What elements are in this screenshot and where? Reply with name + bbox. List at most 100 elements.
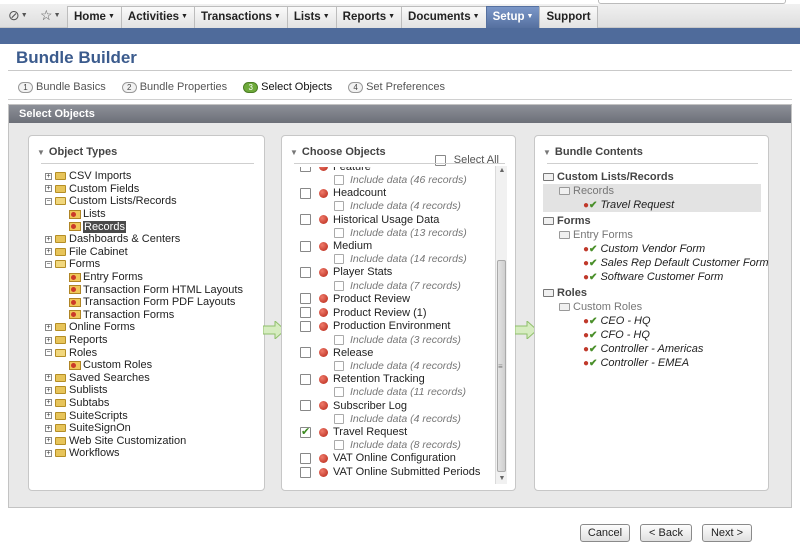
tree-item-reports[interactable]: + Reports bbox=[45, 334, 263, 347]
step-set-preferences[interactable]: 4 Set Preferences bbox=[348, 80, 445, 94]
object-checkbox[interactable] bbox=[300, 347, 311, 359]
menu-support[interactable]: Support bbox=[539, 6, 598, 28]
bundle-item-custom-vendor-form[interactable]: ●✔ Custom Vendor Form bbox=[543, 242, 761, 256]
include-data-checkbox[interactable] bbox=[334, 254, 344, 265]
bundle-subgroup-row[interactable]: Custom Roles bbox=[543, 300, 761, 314]
expand-icon[interactable]: + bbox=[45, 172, 52, 180]
collapse-icon[interactable]: − bbox=[45, 197, 52, 205]
expand-icon[interactable]: + bbox=[45, 437, 52, 445]
tree-item-forms[interactable]: − Forms bbox=[45, 258, 263, 271]
next-button[interactable]: Next > bbox=[702, 524, 752, 542]
menu-home[interactable]: Home ▼ bbox=[67, 6, 121, 28]
include-data-checkbox[interactable] bbox=[334, 361, 344, 372]
shortcuts-button[interactable]: ☆▼ bbox=[40, 6, 61, 24]
collapse-icon[interactable]: − bbox=[45, 260, 52, 268]
menu-reports[interactable]: Reports ▼ bbox=[335, 6, 402, 28]
expand-icon[interactable]: + bbox=[45, 185, 52, 193]
include-data-checkbox[interactable] bbox=[334, 413, 344, 424]
expand-icon[interactable]: + bbox=[45, 399, 52, 407]
include-data-checkbox[interactable] bbox=[334, 227, 344, 238]
bundle-item-ceo-hq[interactable]: ●✔ CEO - HQ bbox=[543, 314, 761, 328]
include-data-checkbox[interactable] bbox=[334, 175, 344, 186]
object-checkbox[interactable] bbox=[300, 307, 311, 319]
scroll-down-icon[interactable]: ▼ bbox=[496, 474, 508, 484]
global-search-input[interactable] bbox=[598, 0, 786, 4]
bundle-item-software-customer-form[interactable]: ●✔ Software Customer Form bbox=[543, 270, 761, 284]
bundle-subgroup-row[interactable]: Entry Forms bbox=[543, 228, 761, 242]
tree-item-csv-imports[interactable]: + CSV Imports bbox=[45, 170, 263, 183]
menu-transactions[interactable]: Transactions ▼ bbox=[193, 6, 287, 28]
object-checkbox[interactable] bbox=[300, 466, 311, 478]
bundle-contents-header[interactable]: ▼ Bundle Contents bbox=[543, 144, 760, 160]
scroll-up-icon[interactable]: ▲ bbox=[496, 166, 508, 176]
tree-item-custom-fields[interactable]: + Custom Fields bbox=[45, 183, 263, 196]
bundle-group-roles[interactable]: Roles bbox=[543, 286, 761, 300]
select-all-control[interactable]: Select All bbox=[434, 152, 499, 168]
bundle-group-forms[interactable]: Forms bbox=[543, 214, 761, 228]
menu-lists[interactable]: Lists ▼ bbox=[286, 6, 336, 28]
object-checkbox[interactable] bbox=[300, 452, 311, 464]
tree-item-saved-searches[interactable]: + Saved Searches bbox=[45, 372, 263, 385]
tree-item-transaction-form-html-layouts[interactable]: Transaction Form HTML Layouts bbox=[45, 283, 263, 296]
object-checkbox[interactable] bbox=[300, 240, 311, 252]
menu-documents[interactable]: Documents ▼ bbox=[401, 6, 486, 28]
tree-item-custom-lists-records[interactable]: − Custom Lists/Records bbox=[45, 195, 263, 208]
include-data-checkbox[interactable] bbox=[334, 201, 344, 212]
tree-item-roles[interactable]: − Roles bbox=[45, 346, 263, 359]
include-data-checkbox[interactable] bbox=[334, 334, 344, 345]
tree-item-suitesignon[interactable]: + SuiteSignOn bbox=[45, 422, 263, 435]
tree-item-online-forms[interactable]: + Online Forms bbox=[45, 321, 263, 334]
tree-item-entry-forms[interactable]: Entry Forms bbox=[45, 271, 263, 284]
object-checkbox[interactable] bbox=[300, 400, 311, 412]
object-checkbox[interactable] bbox=[300, 214, 311, 226]
cancel-button[interactable]: Cancel bbox=[580, 524, 630, 542]
expand-icon[interactable]: + bbox=[45, 424, 52, 432]
bundle-group-custom-lists-records[interactable]: Custom Lists/Records bbox=[543, 170, 761, 184]
expand-icon[interactable]: + bbox=[45, 235, 52, 243]
tree-item-transaction-forms[interactable]: Transaction Forms bbox=[45, 309, 263, 322]
tree-item-workflows[interactable]: + Workflows bbox=[45, 447, 263, 460]
expand-icon[interactable]: + bbox=[45, 449, 52, 457]
expand-icon[interactable]: + bbox=[45, 386, 52, 394]
tree-item-transaction-form-pdf-layouts[interactable]: Transaction Form PDF Layouts bbox=[45, 296, 263, 309]
bundle-item-cfo-hq[interactable]: ●✔ CFO - HQ bbox=[543, 328, 761, 342]
tree-item-suitescripts[interactable]: + SuiteScripts bbox=[45, 409, 263, 422]
expand-icon[interactable]: + bbox=[45, 323, 52, 331]
expand-icon[interactable]: + bbox=[45, 336, 52, 344]
recent-records-button[interactable]: ⊘▼ bbox=[8, 6, 28, 24]
bundle-subgroup-row[interactable]: Records bbox=[543, 184, 761, 198]
expand-icon[interactable]: + bbox=[45, 374, 52, 382]
bundle-item-controller-emea[interactable]: ●✔ Controller - EMEA bbox=[543, 356, 761, 370]
objects-scrollbar[interactable]: ▲ ≡ ▼ bbox=[495, 166, 507, 484]
expand-icon[interactable]: + bbox=[45, 248, 52, 256]
bundle-item-sales-rep-default-customer-form[interactable]: ●✔ Sales Rep Default Customer Form bbox=[543, 256, 769, 270]
object-checkbox[interactable] bbox=[300, 167, 311, 173]
tree-item-file-cabinet[interactable]: + File Cabinet bbox=[45, 246, 263, 259]
object-checkbox[interactable] bbox=[300, 320, 311, 332]
tree-item-subtabs[interactable]: + Subtabs bbox=[45, 397, 263, 410]
object-checkbox[interactable] bbox=[300, 187, 311, 199]
choose-objects-header[interactable]: ▼ Choose Objects Select All bbox=[290, 144, 507, 166]
object-checkbox[interactable] bbox=[300, 266, 311, 278]
back-button[interactable]: < Back bbox=[640, 524, 692, 542]
tree-item-web-site-customization[interactable]: + Web Site Customization bbox=[45, 434, 263, 447]
tree-item-dashboards-centers[interactable]: + Dashboards & Centers bbox=[45, 233, 263, 246]
step-bundle-properties[interactable]: 2 Bundle Properties bbox=[121, 80, 227, 94]
tree-item-lists[interactable]: Lists bbox=[45, 208, 263, 221]
collapse-icon[interactable]: − bbox=[45, 349, 52, 357]
step-bundle-basics[interactable]: 1 Bundle Basics bbox=[18, 80, 106, 94]
step-select-objects[interactable]: 3 Select Objects bbox=[243, 80, 332, 94]
expand-icon[interactable]: + bbox=[45, 412, 52, 420]
tree-item-custom-roles[interactable]: Custom Roles bbox=[45, 359, 263, 372]
tree-item-records[interactable]: Records bbox=[45, 220, 263, 233]
include-data-checkbox[interactable] bbox=[334, 440, 344, 451]
object-checkbox[interactable] bbox=[300, 373, 311, 385]
object-types-header[interactable]: ▼ Object Types bbox=[37, 144, 256, 160]
menu-activities[interactable]: Activities ▼ bbox=[120, 6, 194, 28]
bundle-item-travel-request[interactable]: ●✔ Travel Request bbox=[543, 198, 761, 212]
bundle-item-controller-americas[interactable]: ●✔ Controller - Americas bbox=[543, 342, 761, 356]
menu-setup[interactable]: Setup ▼ bbox=[485, 6, 540, 28]
object-checkbox[interactable] bbox=[300, 293, 311, 305]
tree-item-sublists[interactable]: + Sublists bbox=[45, 384, 263, 397]
object-checkbox[interactable] bbox=[300, 425, 311, 438]
